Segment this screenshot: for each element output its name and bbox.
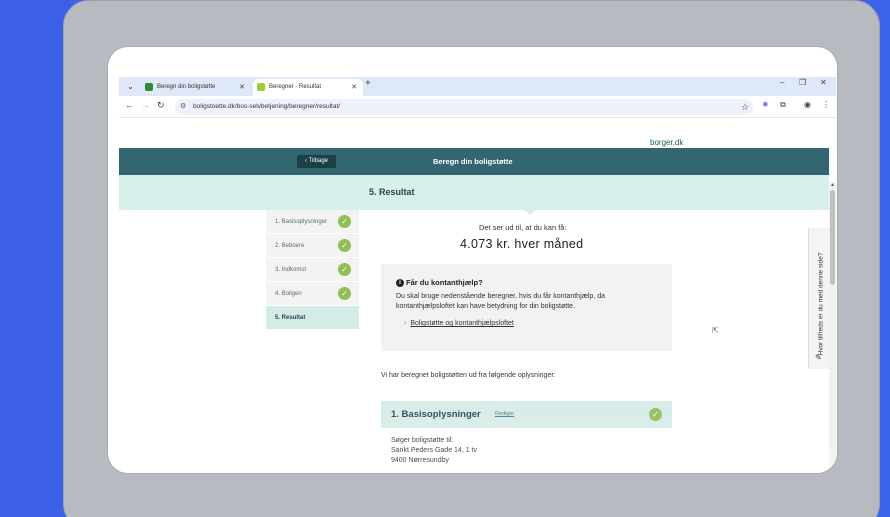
back-button[interactable]: ‹ Tilbage xyxy=(297,155,336,168)
close-tab-icon[interactable]: ✕ xyxy=(351,79,357,96)
info-text: Du skal bruge nedenstående beregner, hvi… xyxy=(396,293,605,310)
step-label: 1. Basisoplysninger xyxy=(275,219,328,225)
step-item-indkomst[interactable]: 3. Indkomst ✓ xyxy=(266,258,359,282)
chevron-right-icon: › xyxy=(404,320,407,327)
details-line: 9400 Nørresundby xyxy=(391,457,449,464)
forward-arrow-icon[interactable]: → xyxy=(141,100,150,110)
feedback-label: Hvor tilfreds er du med denne side? xyxy=(817,252,825,356)
step-label: 2. Beboere xyxy=(275,243,305,249)
info-icon: i xyxy=(396,279,404,287)
header-bar: ‹ Tilbage Beregn din boligstøtte xyxy=(119,148,829,175)
url-text: boligstoette.dk/bos-selvbetjening/beregn… xyxy=(193,103,341,110)
summary-intro: Vi har beregnet boligstøtten ud fra følg… xyxy=(381,372,556,379)
info-link[interactable]: › Boligstøtte og kontanthjælpsloftet xyxy=(404,320,514,327)
tab-resultat[interactable]: Beregner - Resultat ✕ xyxy=(253,79,363,96)
bookmark-star-icon[interactable]: ☆ xyxy=(741,99,749,115)
profile-avatar-icon[interactable]: ◉ xyxy=(804,100,811,109)
step-notch xyxy=(524,210,536,215)
step-label: 5. Resultat xyxy=(275,315,306,321)
section-title: 1. Basisoplysninger xyxy=(391,409,481,420)
brand-logo[interactable]: borger.dk xyxy=(650,138,683,147)
info-title-row: i Får du kontanthjælp? xyxy=(396,278,483,287)
back-label: Tilbage xyxy=(308,158,329,164)
details-line: Sankt Peders Gade 14, 1 tv xyxy=(391,447,477,454)
tab-label: Beregner - Resultat xyxy=(269,84,322,90)
scrollbar[interactable]: ▲ ▼ xyxy=(829,182,836,473)
boligstoette-favicon-icon xyxy=(145,83,153,91)
info-link-label: Boligstøtte og kontanthjælpsloftet xyxy=(410,320,514,327)
menu-kebab-icon[interactable]: ⋮ xyxy=(822,100,830,109)
back-arrow-icon[interactable]: ← xyxy=(125,100,134,110)
check-icon: ✓ xyxy=(338,215,351,228)
page-content: borger.dk ‹ Tilbage Beregn din boligstøt… xyxy=(119,118,836,473)
feedback-tab[interactable]: Hvor tilfreds er du med denne side? ✎ xyxy=(808,228,830,369)
step-band: 5. Resultat xyxy=(119,175,829,210)
boligstoette-favicon-icon xyxy=(257,83,265,91)
check-icon: ✓ xyxy=(338,287,351,300)
info-box: i Får du kontanthjælp? Du skal bruge nede… xyxy=(381,264,672,351)
check-icon: ✓ xyxy=(649,408,662,421)
browser-window: ⌄ Beregn din boligstøtte ✕ Beregner - Re… xyxy=(108,47,837,473)
reload-icon[interactable]: ↻ xyxy=(157,100,165,111)
site-info-icon[interactable]: ⚙ xyxy=(180,99,186,115)
tab-search-icon[interactable]: ⌄ xyxy=(124,80,137,93)
minimize-icon[interactable]: – xyxy=(780,78,784,87)
background xyxy=(0,0,70,517)
step-label: 3. Indkomst xyxy=(275,267,307,273)
step-item-resultat[interactable]: 5. Resultat xyxy=(266,306,359,330)
result-intro: Det ser ud til, at du kan få: xyxy=(479,223,567,232)
check-icon: ✓ xyxy=(338,239,351,252)
new-tab-icon[interactable]: + xyxy=(365,78,371,89)
mouse-cursor-icon: ⇱ xyxy=(712,326,719,335)
toolbar: ← → ↻ ⚙ boligstoette.dk/bos-selvbetjenin… xyxy=(119,96,836,118)
restore-icon[interactable]: ❐ xyxy=(799,78,806,87)
scrollbar-thumb[interactable] xyxy=(830,190,835,285)
extension-icon[interactable]: ✸ xyxy=(762,100,769,109)
address-bar[interactable]: ⚙ boligstoette.dk/bos-selvbetjening/bere… xyxy=(175,99,753,115)
info-title: Får du kontanthjælp? xyxy=(406,278,483,287)
result-amount: 4.073 kr. hver måned xyxy=(460,237,584,251)
page-title: Beregn din boligstøtte xyxy=(433,157,513,166)
step-nav: 1. Basisoplysninger ✓ 2. Beboere ✓ 3. In… xyxy=(266,210,359,330)
puzzle-icon[interactable]: ⧉ xyxy=(780,100,786,110)
scroll-up-icon[interactable]: ▲ xyxy=(829,182,836,188)
pencil-icon: ✎ xyxy=(815,353,822,362)
tab-label: Beregn din boligstøtte xyxy=(157,84,216,90)
step-item-boligen[interactable]: 4. Boligen ✓ xyxy=(266,282,359,306)
scroll-down-icon[interactable]: ▼ xyxy=(829,467,836,473)
details-line: Søger boligstøtte til: xyxy=(391,437,454,444)
tab-bar: ⌄ Beregn din boligstøtte ✕ Beregner - Re… xyxy=(119,77,836,96)
step-label: 4. Boligen xyxy=(275,291,302,297)
section-header-basisoplysninger: 1. Basisoplysninger Rediger ✓ xyxy=(381,401,672,428)
tab-beregn[interactable]: Beregn din boligstøtte ✕ xyxy=(141,79,251,96)
step-item-basisoplysninger[interactable]: 1. Basisoplysninger ✓ xyxy=(266,210,359,234)
edit-link[interactable]: Rediger xyxy=(495,401,514,428)
window-close-icon[interactable]: ✕ xyxy=(820,78,827,87)
check-icon: ✓ xyxy=(338,263,351,276)
close-tab-icon[interactable]: ✕ xyxy=(239,79,245,96)
section-details: Søger boligstøtte til: Sankt Peders Gade… xyxy=(391,436,477,466)
step-title: 5. Resultat xyxy=(369,187,415,197)
step-item-beboere[interactable]: 2. Beboere ✓ xyxy=(266,234,359,258)
